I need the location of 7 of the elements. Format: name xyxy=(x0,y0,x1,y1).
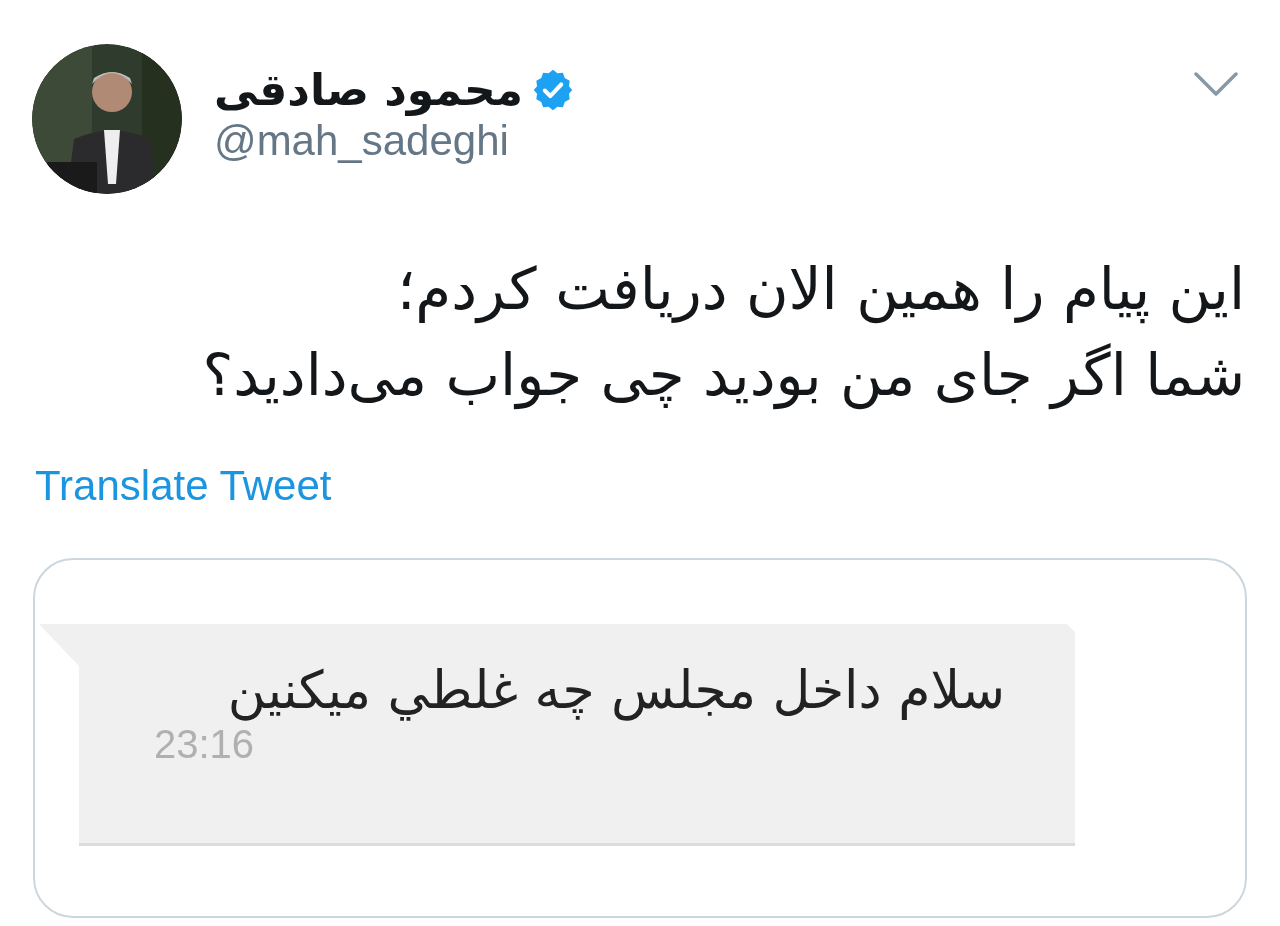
tweet-text-line: شما اگر جای من بودید چی جواب می‌دادید؟ xyxy=(202,340,1245,412)
chevron-down-icon[interactable] xyxy=(1194,72,1238,98)
author-name[interactable]: محمود صادقی xyxy=(214,64,523,115)
author-handle: @mah_sadeghi xyxy=(214,117,510,165)
message-time: 23:16 xyxy=(154,722,255,767)
message-text: سلام داخل مجلس چه غلطي ميكنين xyxy=(227,660,1005,720)
tweet-text-line: این پیام را همین الان دریافت کردم؛ xyxy=(396,254,1245,326)
